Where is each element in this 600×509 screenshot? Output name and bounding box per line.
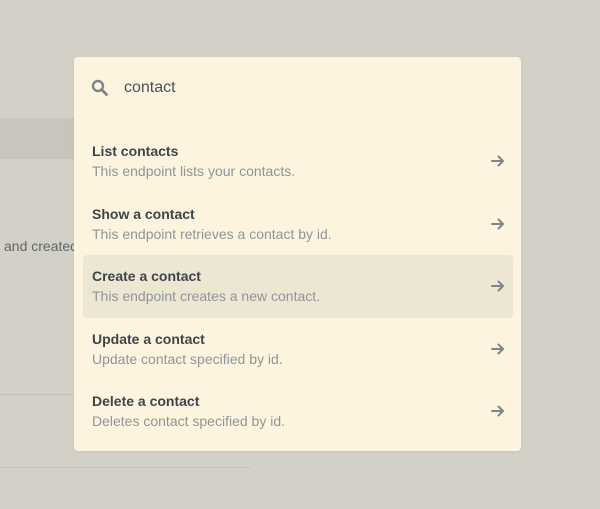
arrow-right-icon: [491, 280, 504, 292]
search-result[interactable]: Show a contact This endpoint retrieves a…: [83, 193, 513, 256]
result-title: Show a contact: [92, 205, 195, 222]
result-title: Create a contact: [92, 268, 201, 284]
search-result[interactable]: Update a contact Update contact specifie…: [83, 318, 513, 381]
result-title: Delete a contact: [92, 393, 200, 409]
search-results-list: List contacts This endpoint lists your c…: [83, 130, 513, 443]
result-description: Deletes contact specified by id.: [92, 413, 285, 429]
arrow-right-icon: [491, 155, 504, 167]
result-description: Update contact specified by id.: [92, 350, 283, 367]
search-result[interactable]: Delete a contact Deletes contact specifi…: [83, 380, 513, 443]
background-divider: [0, 467, 250, 468]
result-title: List contacts: [92, 143, 179, 159]
search-icon: [91, 79, 108, 96]
result-description: This endpoint lists your contacts.: [92, 163, 296, 179]
arrow-right-icon: [491, 405, 504, 417]
background-text: and created: [4, 238, 78, 254]
search-result[interactable]: Create a contact This endpoint creates a…: [83, 255, 513, 318]
arrow-right-icon: [491, 343, 504, 354]
arrow-right-icon: [491, 218, 504, 229]
search-bar: [74, 57, 521, 119]
search-input[interactable]: [124, 75, 494, 101]
search-modal: List contacts This endpoint lists your c…: [74, 57, 521, 451]
result-title: Update a contact: [92, 330, 205, 347]
search-result[interactable]: List contacts This endpoint lists your c…: [83, 130, 513, 193]
result-description: This endpoint creates a new contact.: [92, 288, 321, 304]
result-description: This endpoint retrieves a contact by id.: [92, 225, 332, 242]
